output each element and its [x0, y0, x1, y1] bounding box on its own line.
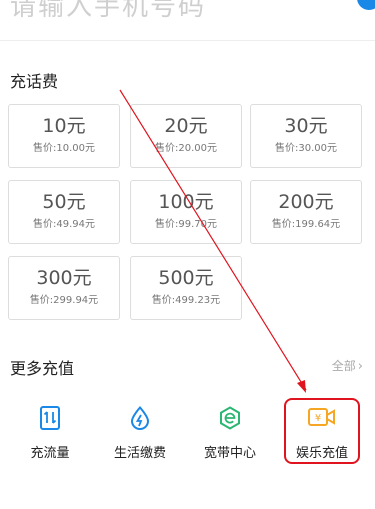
- recharge-amount: 300元: [36, 267, 92, 289]
- recharge-section-title: 充话费: [10, 72, 59, 91]
- chevron-right-icon: ›: [357, 359, 363, 374]
- recharge-price: 售价:99.70元: [155, 219, 217, 230]
- recharge-price: 售价:20.00元: [155, 143, 217, 154]
- view-all-link[interactable]: 全部 ›: [332, 357, 363, 374]
- service-bill-payment[interactable]: 生活缴费: [100, 398, 180, 468]
- annotation-highlight-box: [284, 398, 360, 464]
- recharge-amount: 500元: [158, 267, 214, 289]
- phone-input[interactable]: 请输入手机号码: [10, 0, 206, 23]
- view-all-label: 全部: [331, 359, 356, 373]
- recharge-amount: 10元: [42, 115, 86, 137]
- service-broadband[interactable]: 宽带中心: [190, 398, 270, 468]
- recharge-amount: 20元: [164, 115, 208, 137]
- annotation-arrowhead: [297, 380, 306, 393]
- service-label: 宽带中心: [203, 446, 256, 461]
- recharge-options-grid: 10元 售价:10.00元 20元 售价:20.00元 30元 售价:30.00…: [8, 104, 368, 320]
- contacts-icon[interactable]: [357, 0, 375, 10]
- broadband-icon: [220, 406, 240, 430]
- recharge-option-card[interactable]: 100元 售价:99.70元: [130, 180, 242, 244]
- recharge-price: 售价:49.94元: [33, 219, 95, 230]
- phone-input-bar[interactable]: 请输入手机号码: [0, 0, 375, 41]
- recharge-price: 售价:499.23元: [151, 295, 221, 306]
- recharge-option-card[interactable]: 30元 售价:30.00元: [250, 104, 362, 168]
- recharge-amount: 200元: [278, 191, 334, 213]
- recharge-price: 售价:299.94元: [29, 295, 99, 306]
- recharge-price: 售价:30.00元: [275, 143, 337, 154]
- recharge-price: 售价:10.00元: [33, 143, 95, 154]
- more-recharge-section-title: 更多充值: [10, 359, 75, 378]
- recharge-option-card[interactable]: 50元 售价:49.94元: [8, 180, 120, 244]
- service-label: 充流量: [30, 446, 70, 461]
- data-traffic-icon: [40, 406, 60, 430]
- recharge-price: 售价:199.64元: [271, 219, 341, 230]
- recharge-option-card[interactable]: 10元 售价:10.00元: [8, 104, 120, 168]
- recharge-amount: 50元: [42, 191, 86, 213]
- service-label: 生活缴费: [113, 446, 166, 461]
- recharge-option-card[interactable]: 300元 售价:299.94元: [8, 256, 120, 320]
- bill-payment-icon: [130, 406, 150, 430]
- recharge-amount: 100元: [158, 191, 214, 213]
- recharge-option-card[interactable]: 200元 售价:199.64元: [250, 180, 362, 244]
- recharge-option-card[interactable]: 500元 售价:499.23元: [130, 256, 242, 320]
- recharge-option-card[interactable]: 20元 售价:20.00元: [130, 104, 242, 168]
- recharge-amount: 30元: [284, 115, 328, 137]
- service-data-traffic[interactable]: 充流量: [10, 398, 90, 468]
